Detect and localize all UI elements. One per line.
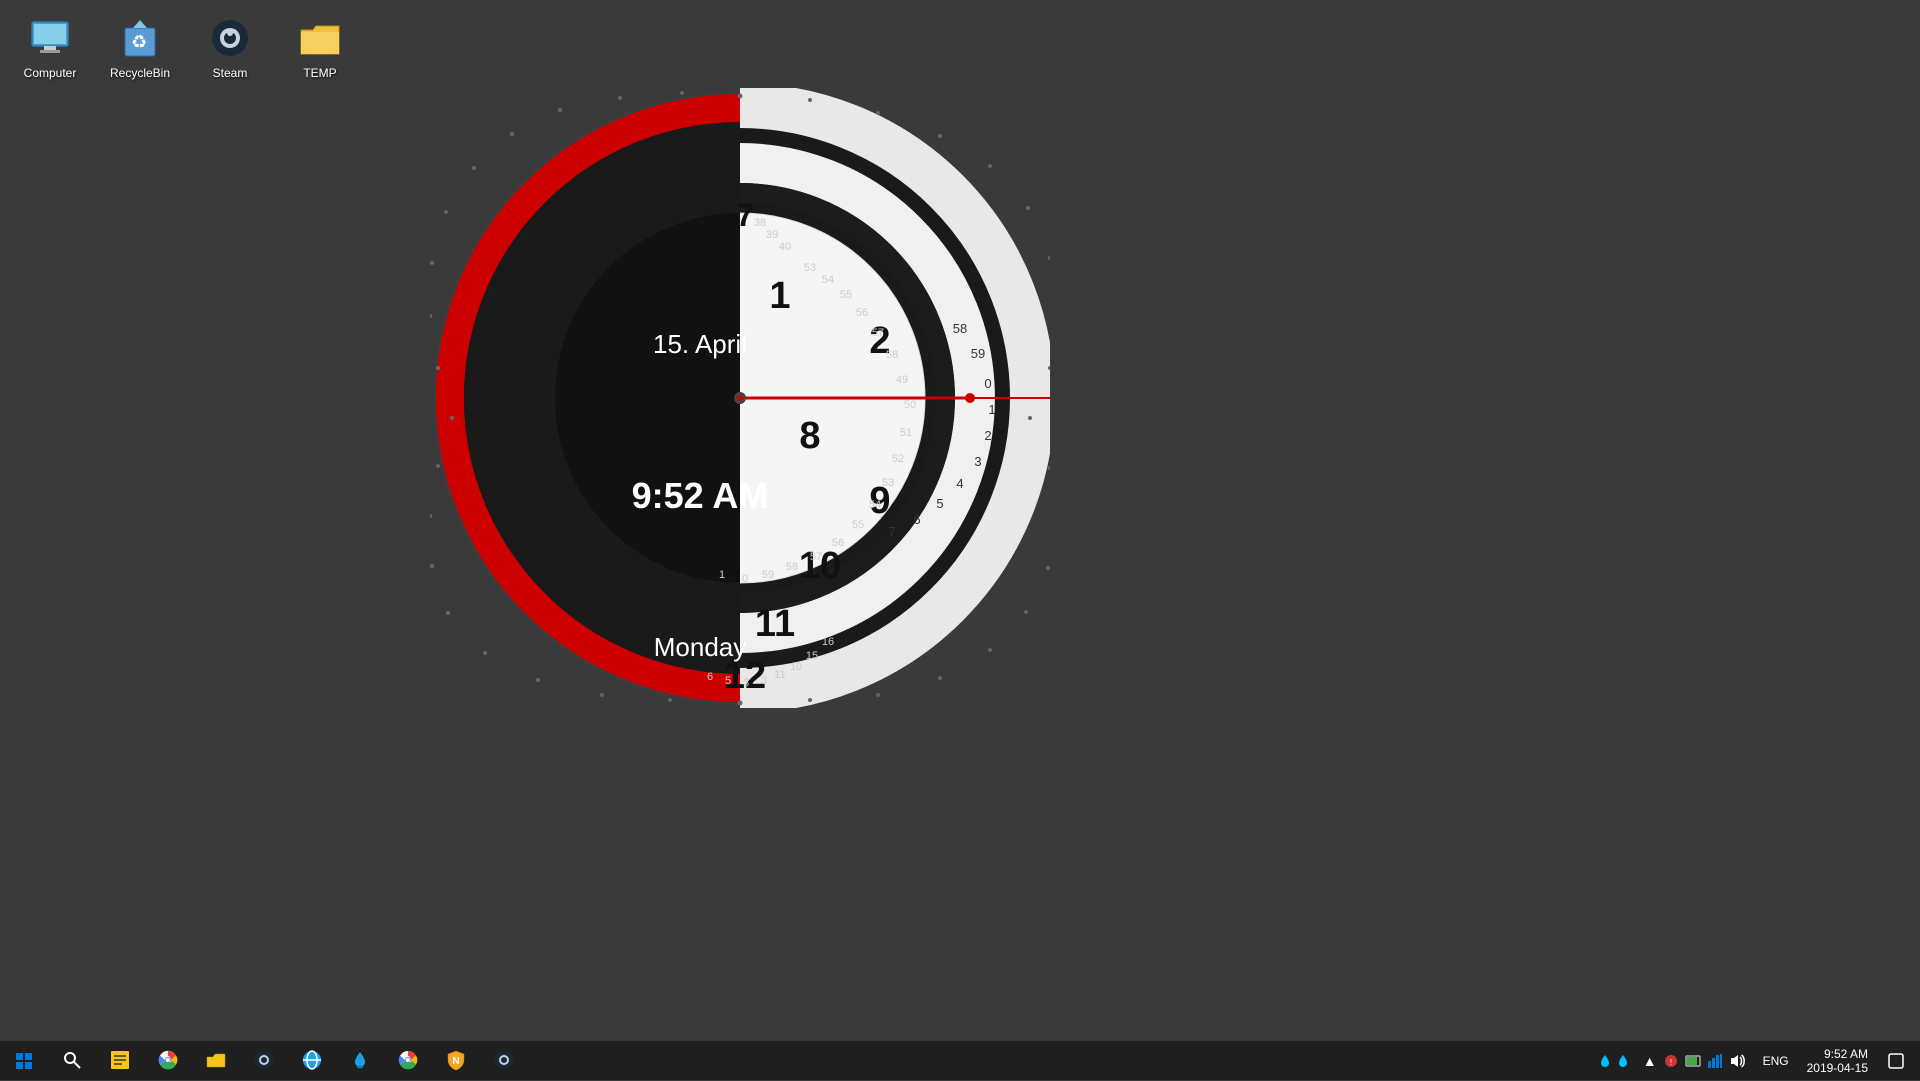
taskbar-clock[interactable]: 9:52 AM 2019-04-15 — [1799, 1047, 1876, 1075]
svg-text:49: 49 — [896, 374, 908, 386]
taskbar-apps: N — [48, 1041, 528, 1081]
desktop-icon-computer[interactable]: Computer — [10, 10, 90, 84]
svg-text:56: 56 — [856, 307, 868, 319]
svg-text:38: 38 — [754, 217, 766, 229]
svg-text:51: 51 — [900, 427, 912, 439]
svg-text:53: 53 — [804, 262, 816, 274]
recycle-icon-label: RecycleBin — [110, 66, 170, 80]
svg-text:7: 7 — [736, 197, 754, 233]
svg-text:59: 59 — [971, 346, 985, 361]
taskbar-app-search[interactable] — [48, 1041, 96, 1081]
svg-text:40: 40 — [779, 241, 791, 253]
taskbar-app-chrome[interactable] — [144, 1041, 192, 1081]
svg-text:16: 16 — [822, 636, 834, 648]
network-icon — [1707, 1053, 1723, 1069]
svg-text:56: 56 — [832, 537, 844, 549]
svg-text:11: 11 — [755, 603, 795, 645]
taskbar-date-display: 2019-04-15 — [1807, 1061, 1868, 1075]
svg-text:3: 3 — [974, 454, 981, 469]
svg-text:58: 58 — [786, 561, 798, 573]
svg-text:3: 3 — [761, 675, 767, 687]
svg-text:6: 6 — [707, 671, 713, 683]
svg-text:50: 50 — [904, 399, 916, 411]
desktop-icon-temp[interactable]: TEMP — [280, 10, 360, 84]
svg-text:52: 52 — [892, 453, 904, 465]
taskbar-app-chrome2[interactable] — [384, 1041, 432, 1081]
temp-icon-label: TEMP — [303, 66, 336, 80]
svg-text:57: 57 — [810, 551, 822, 563]
svg-text:53: 53 — [882, 477, 894, 489]
svg-text:4: 4 — [956, 476, 963, 491]
temp-folder-icon — [296, 14, 344, 62]
svg-text:N: N — [452, 1056, 459, 1067]
taskbar: N ▲ ! — [0, 1040, 1920, 1080]
svg-text:55: 55 — [852, 519, 864, 531]
clock-svg: 1 2 8 9 10 11 12 7 10 50 55 1 2 3 38 39 — [430, 88, 1050, 708]
svg-text:6: 6 — [913, 512, 920, 527]
svg-text:2: 2 — [984, 428, 991, 443]
svg-text:54: 54 — [869, 499, 881, 511]
svg-text:♻: ♻ — [131, 32, 147, 52]
desktop-icon-recycle[interactable]: ♻ RecycleBin — [100, 10, 180, 84]
taskbar-app-steam2[interactable] — [480, 1041, 528, 1081]
svg-text:5: 5 — [725, 675, 731, 687]
svg-text:3: 3 — [743, 677, 749, 689]
svg-text:15: 15 — [806, 650, 818, 662]
steam-icon — [206, 14, 254, 62]
clock-time: 9:52 AM — [632, 475, 769, 516]
taskbar-app-notes[interactable] — [96, 1041, 144, 1081]
svg-text:1: 1 — [719, 569, 725, 581]
clock-widget: 1 2 8 9 10 11 12 7 10 50 55 1 2 3 38 39 — [430, 88, 1050, 708]
rain-indicator — [1597, 1053, 1631, 1069]
recycle-icon: ♻ — [116, 14, 164, 62]
svg-text:5: 5 — [936, 496, 943, 511]
svg-text:0: 0 — [742, 573, 748, 585]
svg-text:57: 57 — [872, 327, 884, 339]
taskbar-app-dropbox[interactable] — [336, 1041, 384, 1081]
svg-text:1: 1 — [769, 275, 790, 317]
svg-text:58: 58 — [953, 321, 967, 336]
taskbar-app-steam1[interactable] — [240, 1041, 288, 1081]
svg-text:58: 58 — [886, 349, 898, 361]
computer-icon — [26, 14, 74, 62]
taskbar-app-ie[interactable] — [288, 1041, 336, 1081]
desktop-icons: Computer ♻ RecycleBin Steam — [10, 10, 360, 84]
svg-text:0: 0 — [984, 376, 991, 391]
volume-icon[interactable] — [1729, 1053, 1745, 1069]
clock-date: 15. April — [653, 329, 747, 359]
svg-text:!: ! — [1669, 1058, 1671, 1067]
taskbar-right: ▲ ! ENG — [1597, 1041, 1920, 1081]
taskbar-app-norton[interactable]: N — [432, 1041, 480, 1081]
svg-text:7: 7 — [888, 524, 895, 539]
clock-day: Monday — [654, 632, 747, 662]
svg-text:8: 8 — [799, 415, 820, 457]
language-indicator[interactable]: ENG — [1757, 1054, 1795, 1068]
system-icons: ▲ ! — [1635, 1053, 1753, 1069]
computer-icon-label: Computer — [24, 66, 77, 80]
svg-text:10: 10 — [790, 661, 802, 673]
start-button[interactable] — [0, 1041, 48, 1081]
taskbar-app-explorer[interactable] — [192, 1041, 240, 1081]
desktop-icon-steam[interactable]: Steam — [190, 10, 270, 84]
svg-text:54: 54 — [822, 274, 834, 286]
notification-button[interactable] — [1880, 1041, 1912, 1081]
taskbar-time-display: 9:52 AM — [1824, 1047, 1868, 1061]
svg-text:59: 59 — [762, 569, 774, 581]
svg-text:1: 1 — [988, 402, 995, 417]
tray-expand-icon[interactable]: ▲ — [1643, 1053, 1657, 1069]
steam-icon-label: Steam — [213, 66, 248, 80]
svg-text:39: 39 — [766, 229, 778, 241]
tray-icon-1: ! — [1663, 1053, 1679, 1069]
svg-text:55: 55 — [840, 289, 852, 301]
svg-text:11: 11 — [774, 669, 785, 681]
tray-icon-2 — [1685, 1053, 1701, 1069]
